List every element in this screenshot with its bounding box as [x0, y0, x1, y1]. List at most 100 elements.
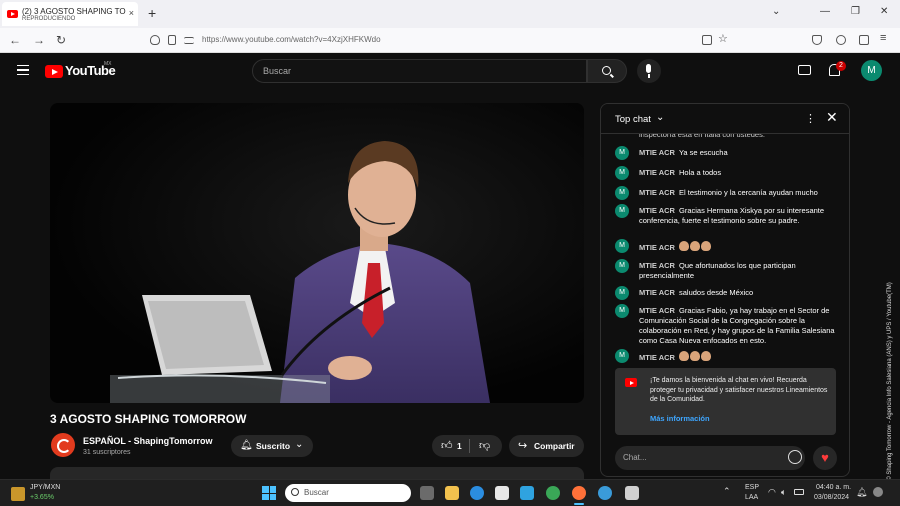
chat-input[interactable]: Chat... — [615, 446, 805, 470]
volume-icon[interactable]: 🔈︎ — [781, 487, 786, 498]
description-box[interactable] — [50, 467, 584, 479]
bookmark-star-icon[interactable]: ☆ — [718, 32, 728, 45]
ticker-name: JPY/MXN — [30, 484, 61, 491]
channel-name[interactable]: ESPAÑOL - ShapingTomorrow — [83, 436, 213, 446]
clapping-hands-icon — [689, 351, 700, 361]
search-input[interactable]: Buscar — [252, 59, 587, 83]
language-code[interactable]: ESP — [745, 484, 759, 491]
subscribed-button[interactable]: 🔔︎ Suscrito ⌄ — [231, 435, 313, 457]
url-bar[interactable]: https://www.youtube.com/watch?v=4XzjXHFK… — [202, 35, 381, 44]
chat-author: MTIE ACR — [639, 261, 675, 270]
search-icon — [291, 488, 299, 496]
chat-avatar: M — [615, 304, 629, 318]
emoji-icon[interactable] — [788, 450, 802, 464]
new-tab-button[interactable]: + — [148, 5, 156, 21]
clapping-hands-icon — [700, 241, 711, 251]
user-avatar[interactable]: M — [861, 60, 882, 81]
chat-text: saludos desde México — [678, 288, 754, 297]
notification-bell-icon[interactable]: 🔔︎ — [856, 487, 867, 498]
file-explorer-icon[interactable] — [445, 486, 459, 500]
clock-date[interactable]: 03/08/2024 — [814, 494, 849, 501]
back-arrow-icon[interactable]: ← — [9, 33, 21, 47]
chat-author: MTIE ACR — [639, 206, 675, 215]
clock-time[interactable]: 04:40 a. m. — [816, 484, 851, 491]
more-info-link[interactable]: Más información — [650, 414, 710, 423]
chat-welcome-banner: ¡Te damos la bienvenida al chat en vivo!… — [615, 368, 836, 435]
tab-close-icon[interactable]: × — [129, 8, 134, 18]
lock-icon[interactable] — [168, 35, 176, 45]
channel-avatar[interactable] — [51, 433, 75, 457]
heart-reaction-button[interactable]: ♥ — [813, 446, 837, 470]
picture-in-picture-icon[interactable] — [702, 35, 712, 45]
youtube-icon — [625, 378, 637, 387]
video-player[interactable] — [50, 103, 584, 403]
menu-icon[interactable]: ≡ — [880, 32, 886, 44]
chat-header: Top chat ⌄ ⋮ ✕ — [601, 104, 849, 134]
youtube-favicon-icon — [7, 10, 18, 18]
share-button[interactable]: ↪ Compartir — [509, 435, 584, 457]
ticker-change: +3.65% — [30, 494, 54, 501]
like-dislike-group: 👍︎ 1 👎︎ — [432, 435, 502, 457]
chat-author: MTIE ACR — [639, 148, 675, 157]
chat-mode-selector[interactable]: Top chat — [615, 114, 651, 125]
video-title: 3 AGOSTO SHAPING TOMORROW — [50, 412, 247, 426]
chat-author: MTIE ACR — [639, 288, 675, 297]
search-icon — [602, 66, 611, 75]
active-app-indicator — [574, 503, 584, 505]
youtube-logo-icon[interactable] — [45, 65, 63, 78]
clapping-hands-icon — [689, 241, 700, 251]
chat-avatar: M — [615, 349, 629, 363]
clapping-hands-icon — [678, 241, 689, 251]
tray-chevron-up-icon[interactable]: ⌃ — [723, 486, 731, 497]
share-label: Compartir — [534, 441, 575, 451]
taskbar-search-placeholder: Buscar — [304, 488, 329, 497]
permissions-icon[interactable] — [184, 37, 194, 44]
pocket-icon[interactable] — [812, 35, 822, 45]
taskbar-search-input[interactable]: Buscar — [285, 484, 411, 502]
extensions-icon[interactable] — [859, 35, 869, 45]
copilot-icon[interactable] — [873, 487, 883, 497]
tab-list-icon[interactable]: ⌄ — [772, 6, 780, 17]
app-icon[interactable] — [625, 486, 639, 500]
network-globe-icon[interactable] — [598, 486, 612, 500]
chevron-down-icon[interactable]: ⌄ — [656, 112, 664, 123]
minimize-button[interactable]: — — [820, 6, 830, 17]
stock-widget-icon[interactable] — [11, 487, 25, 501]
account-icon[interactable] — [836, 35, 846, 45]
edge-icon[interactable] — [470, 486, 484, 500]
voice-search-button[interactable] — [637, 59, 661, 83]
subscribe-label: Suscrito — [256, 441, 291, 451]
reload-icon[interactable]: ↻ — [56, 33, 66, 47]
chrome-icon[interactable] — [546, 486, 560, 500]
forward-arrow-icon[interactable]: → — [33, 33, 45, 47]
tab-title: (2) 3 AGOSTO SHAPING TOMORROW — [22, 7, 126, 16]
search-button[interactable] — [587, 59, 627, 83]
weather-app-icon[interactable] — [520, 486, 534, 500]
more-options-icon[interactable]: ⋮ — [805, 112, 816, 125]
welcome-text: ¡Te damos la bienvenida al chat en vivo!… — [650, 377, 828, 403]
like-icon[interactable]: 👍︎ — [441, 439, 453, 452]
restore-button[interactable]: ❐ — [851, 6, 860, 17]
tab-subtitle: REPRODUCIENDO — [22, 16, 76, 22]
chat-avatar: M — [615, 259, 629, 273]
browser-navbar: ← → ↻ https://www.youtube.com/watch?v=4X… — [0, 28, 900, 53]
shield-icon[interactable] — [150, 35, 160, 45]
windows-start-icon[interactable] — [262, 486, 276, 500]
chat-avatar: M — [615, 239, 629, 253]
chat-text: El testimonio y la cercanía ayudan mucho — [678, 188, 818, 197]
dislike-icon[interactable]: 👎︎ — [479, 439, 490, 452]
create-video-icon[interactable] — [798, 65, 811, 75]
chat-author: MTIE ACR — [639, 168, 675, 177]
wifi-icon[interactable]: ◠ — [768, 487, 776, 498]
close-chat-icon[interactable]: ✕ — [826, 109, 838, 126]
browser-tab-active[interactable]: (2) 3 AGOSTO SHAPING TOMORROW REPRODUCIE… — [2, 2, 138, 26]
battery-icon[interactable] — [794, 489, 804, 495]
task-view-icon[interactable] — [420, 486, 434, 500]
bell-icon: 🔔︎ — [240, 440, 253, 451]
keyboard-layout[interactable]: LAA — [745, 494, 758, 501]
firefox-icon[interactable] — [572, 486, 586, 500]
hamburger-menu-icon[interactable] — [17, 65, 29, 75]
store-icon[interactable] — [495, 486, 509, 500]
chat-author: MTIE ACR — [639, 188, 675, 197]
close-window-button[interactable]: ✕ — [880, 6, 888, 17]
